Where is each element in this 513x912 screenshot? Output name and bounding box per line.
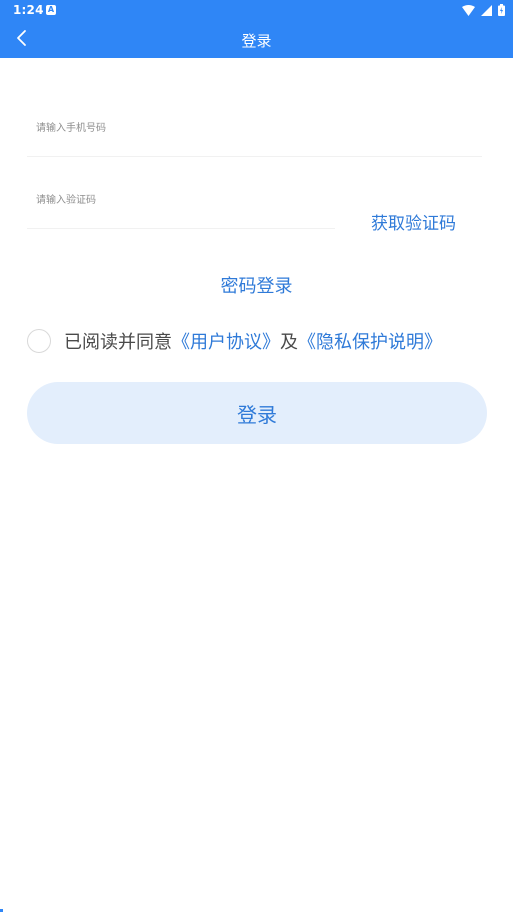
phone-field xyxy=(27,100,482,157)
privacy-policy-link[interactable]: 《隐私保护说明》 xyxy=(298,328,442,354)
status-time: 1:24 xyxy=(13,3,44,17)
wifi-icon xyxy=(462,4,475,16)
battery-icon xyxy=(498,4,505,16)
page-title: 登录 xyxy=(241,32,272,50)
password-login-link[interactable]: 密码登录 xyxy=(0,272,513,298)
user-agreement-link[interactable]: 《用户协议》 xyxy=(172,328,280,354)
verification-code-input[interactable] xyxy=(27,172,335,228)
toolbar: 登录 xyxy=(0,22,513,58)
signal-icon xyxy=(481,4,492,16)
notification-a-icon: A xyxy=(46,5,56,15)
login-button[interactable]: 登录 xyxy=(27,382,487,444)
agreement-conjunction: 及 xyxy=(280,332,298,353)
status-bar: 1:24 A xyxy=(0,0,513,22)
phone-input[interactable] xyxy=(27,100,482,156)
code-field xyxy=(27,172,335,229)
agreement-checkbox[interactable] xyxy=(27,329,51,353)
agreement-row: 已阅读并同意 《用户协议》 及 《隐私保护说明》 xyxy=(27,327,442,355)
agreement-prefix: 已阅读并同意 xyxy=(64,332,172,353)
status-icons xyxy=(462,4,505,16)
get-code-button[interactable]: 获取验证码 xyxy=(371,209,456,234)
